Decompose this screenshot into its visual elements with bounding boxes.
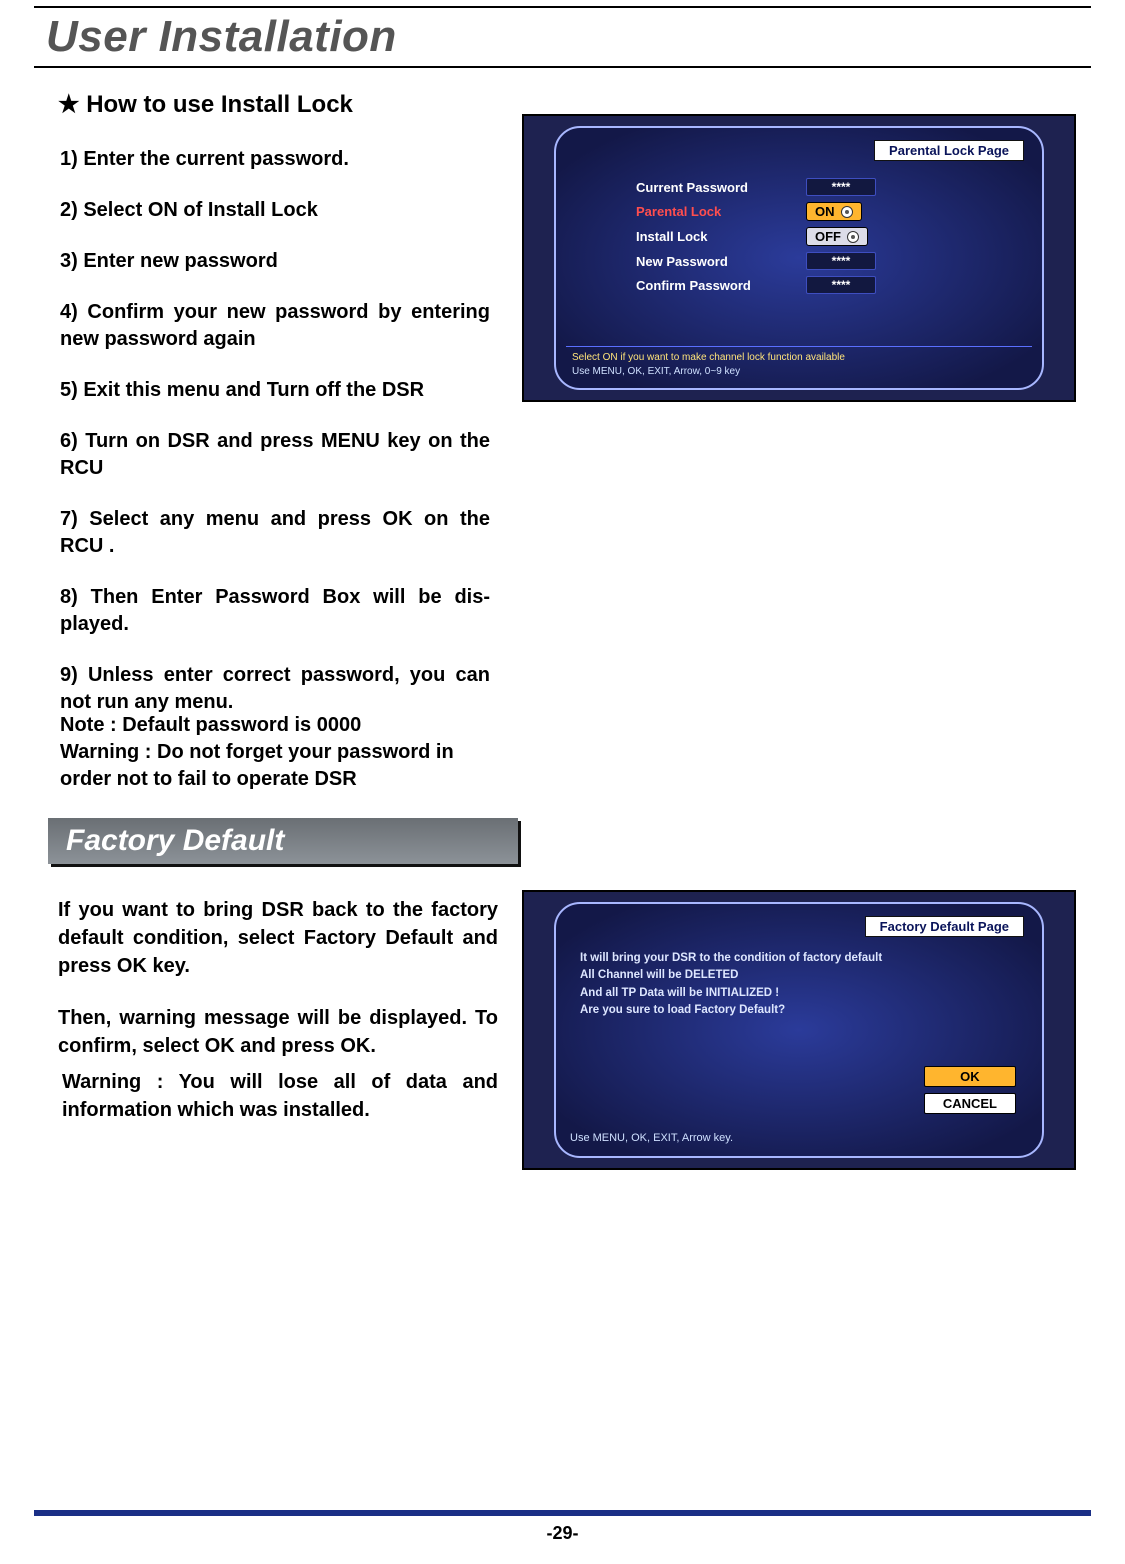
- label-current-password: Current Password: [636, 180, 806, 195]
- row-parental-lock: Parental Lock ON: [636, 202, 1016, 221]
- tv2-buttons: OK CANCEL: [924, 1066, 1016, 1114]
- page-number: -29-: [0, 1523, 1125, 1544]
- value-new-password: ****: [806, 252, 876, 270]
- cancel-button: CANCEL: [924, 1093, 1016, 1114]
- factory-p1: If you want to bring DSR back to the fac…: [58, 896, 498, 980]
- row-confirm-password: Confirm Password ****: [636, 276, 1016, 294]
- tv2-msg-line2: All Channel will be DELETED: [580, 967, 1018, 984]
- tv2-message: It will bring your DSR to the condition …: [580, 950, 1018, 1019]
- step-6: 6) Turn on DSR and press MENU key on the…: [60, 428, 490, 482]
- label-parental-lock: Parental Lock: [636, 204, 806, 219]
- row-new-password: New Password ****: [636, 252, 1016, 270]
- tv1-hint-line2: Use MENU, OK, EXIT, Arrow, 0~9 key: [572, 365, 1026, 379]
- top-rule: [34, 6, 1091, 8]
- tv2-panel: Factory Default Page It will bring your …: [554, 902, 1044, 1158]
- radio-off-icon: [847, 231, 859, 243]
- value-install-lock: OFF: [806, 227, 868, 246]
- factory-p2: Then, warning message will be displayed.…: [58, 1004, 498, 1060]
- tv1-fields: Current Password **** Parental Lock ON I…: [636, 178, 1016, 300]
- radio-on-icon: [841, 206, 853, 218]
- page-title: User Installation: [46, 12, 397, 62]
- tv1-hint: Select ON if you want to make channel lo…: [566, 346, 1032, 378]
- step-8: 8) Then Enter Password Box will be dis-p…: [60, 584, 490, 638]
- tv2-msg-line4: Are you sure to load Factory Default?: [580, 1002, 1018, 1019]
- star-icon: ★: [58, 91, 80, 118]
- parental-lock-screenshot: Parental Lock Page Current Password ****…: [522, 114, 1076, 402]
- step-4: 4) Confirm your new password by entering…: [60, 299, 490, 353]
- tv1-panel: Parental Lock Page Current Password ****…: [554, 126, 1044, 390]
- factory-default-text: If you want to bring DSR back to the fac…: [58, 896, 498, 1084]
- value-parental-lock: ON: [806, 202, 862, 221]
- tv1-title: Parental Lock Page: [874, 140, 1024, 161]
- value-confirm-password: ****: [806, 276, 876, 294]
- tv2-msg-line1: It will bring your DSR to the condition …: [580, 950, 1018, 967]
- step-9: 9) Unless enter correct password, you ca…: [60, 662, 490, 716]
- row-install-lock: Install Lock OFF: [636, 227, 1016, 246]
- step-5: 5) Exit this menu and Turn off the DSR: [60, 377, 490, 404]
- step-7: 7) Select any menu and press OK on the R…: [60, 506, 490, 560]
- step-2: 2) Select ON of Install Lock: [60, 197, 490, 224]
- title-rule: [34, 66, 1091, 68]
- row-current-password: Current Password ****: [636, 178, 1016, 196]
- steps-list: 1) Enter the current password. 2) Select…: [60, 146, 490, 740]
- label-confirm-password: Confirm Password: [636, 278, 806, 293]
- label-new-password: New Password: [636, 254, 806, 269]
- factory-default-screenshot: Factory Default Page It will bring your …: [522, 890, 1076, 1170]
- step-1: 1) Enter the current password.: [60, 146, 490, 173]
- tv1-hint-line1: Select ON if you want to make channel lo…: [572, 351, 1026, 365]
- step-3: 3) Enter new password: [60, 248, 490, 275]
- footer-rule: [34, 1510, 1091, 1516]
- tv2-msg-line3: And all TP Data will be INITIALIZED !: [580, 985, 1018, 1002]
- subtitle-text: How to use Install Lock: [86, 91, 353, 118]
- note-warning: Warning : Do not forget your password in…: [60, 739, 500, 793]
- value-parental-lock-text: ON: [815, 204, 835, 219]
- value-install-lock-text: OFF: [815, 229, 841, 244]
- factory-warning: Warning : You will lose all of data and …: [62, 1068, 498, 1124]
- value-current-password: ****: [806, 178, 876, 196]
- tv2-hint: Use MENU, OK, EXIT, Arrow key.: [570, 1132, 733, 1144]
- note-default-pw: Note : Default password is 0000: [60, 712, 500, 739]
- note-block: Note : Default password is 0000 Warning …: [60, 712, 500, 793]
- section-factory-default-heading: Factory Default: [48, 818, 518, 864]
- subtitle: ★ How to use Install Lock: [58, 90, 353, 119]
- tv2-title: Factory Default Page: [865, 916, 1024, 937]
- label-install-lock: Install Lock: [636, 229, 806, 244]
- ok-button: OK: [924, 1066, 1016, 1087]
